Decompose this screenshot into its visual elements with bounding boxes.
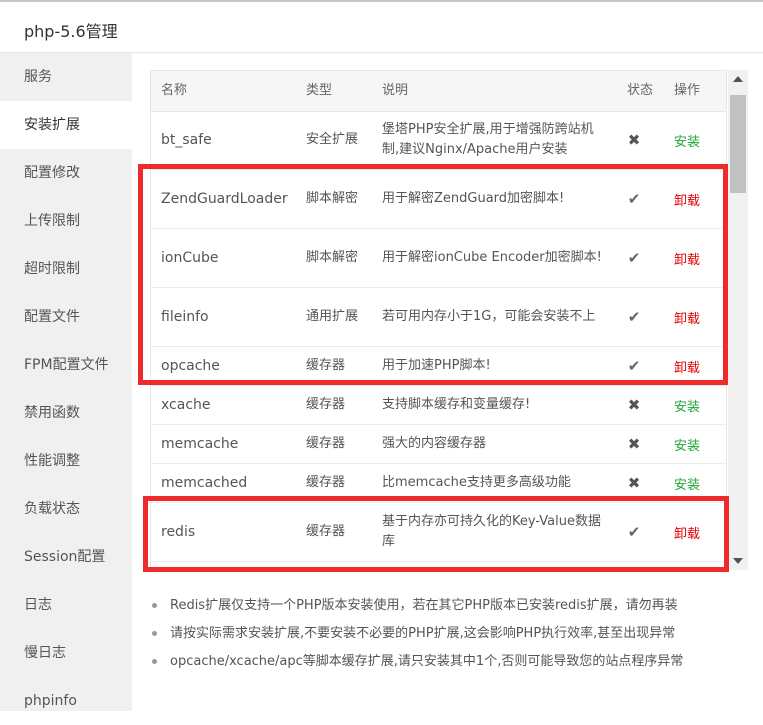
sidebar-item-phpinfo[interactable]: phpinfo	[0, 677, 132, 725]
column-header-description: 说明	[382, 83, 409, 98]
sidebar-item-install-extensions[interactable]: 安装扩展	[0, 101, 132, 149]
extension-type: 缓存器	[306, 436, 346, 451]
sidebar-item-load-status[interactable]: 负载状态	[0, 485, 132, 533]
x-icon: ✖	[627, 131, 641, 149]
window-title: php-5.6管理	[24, 22, 118, 41]
title-bar: php-5.6管理	[0, 2, 763, 53]
install-button[interactable]: 安装	[674, 425, 700, 463]
sidebar: 服务 安装扩展 配置修改 上传限制 超时限制 配置文件 FPM配置文件 禁用函数…	[0, 53, 132, 711]
table-row: xcache 缓存器 支持脚本缓存和变量缓存! ✖ 安装	[151, 386, 726, 425]
sidebar-item-session-config[interactable]: Session配置	[0, 533, 132, 581]
sidebar-item-fpm-config[interactable]: FPM配置文件	[0, 341, 132, 389]
column-header-action: 操作	[674, 83, 701, 98]
note-item: opcache/xcache/apc等脚本缓存扩展,请只安装其中1个,否则可能导…	[150, 648, 750, 676]
sidebar-item-slow-log[interactable]: 慢日志	[0, 629, 132, 677]
extension-name: memcache	[161, 436, 239, 452]
sidebar-item-timeout-limit[interactable]: 超时限制	[0, 245, 132, 293]
x-icon: ✖	[627, 435, 641, 453]
extension-description: 强大的内容缓存器	[382, 436, 487, 451]
x-icon: ✖	[627, 396, 641, 414]
extension-name: bt_safe	[161, 132, 212, 148]
sidebar-item-upload-limit[interactable]: 上传限制	[0, 197, 132, 245]
table-scrollbar[interactable]	[728, 70, 748, 570]
sidebar-item-config-edit[interactable]: 配置修改	[0, 149, 132, 197]
scroll-up-arrow-icon[interactable]	[733, 76, 743, 82]
extension-type: 安全扩展	[306, 132, 359, 147]
highlight-box	[143, 496, 729, 572]
column-header-type: 类型	[306, 83, 333, 98]
scroll-thumb[interactable]	[730, 95, 746, 193]
sidebar-item-log[interactable]: 日志	[0, 581, 132, 629]
install-button[interactable]: 安装	[674, 111, 700, 169]
note-item: 请按实际需求安装扩展,不要安装不必要的PHP扩展,这会影响PHP执行效率,甚至出…	[150, 620, 750, 648]
extension-description: 堡塔PHP安全扩展,用于增强防跨站机制,建议Nginx/Apache用户安装	[382, 122, 594, 157]
column-header-status: 状态	[627, 83, 654, 98]
extension-description: 支持脚本缓存和变量缓存!	[382, 397, 531, 412]
table-header: 名称 类型 说明 状态 操作	[151, 71, 726, 112]
sidebar-item-config-file[interactable]: 配置文件	[0, 293, 132, 341]
column-header-name: 名称	[161, 83, 188, 98]
highlight-box	[138, 164, 728, 385]
extension-type: 缓存器	[306, 397, 346, 412]
table-row: bt_safe 安全扩展 堡塔PHP安全扩展,用于增强防跨站机制,建议Nginx…	[151, 111, 726, 170]
scroll-down-arrow-icon[interactable]	[733, 558, 743, 564]
sidebar-item-performance[interactable]: 性能调整	[0, 437, 132, 485]
table-row: memcache 缓存器 强大的内容缓存器 ✖ 安装	[151, 425, 726, 464]
extension-name: xcache	[161, 397, 211, 413]
install-button[interactable]: 安装	[674, 386, 700, 424]
note-item: Redis扩展仅支持一个PHP版本安装使用，若在其它PHP版本已安装redis扩…	[150, 592, 750, 620]
sidebar-item-service[interactable]: 服务	[0, 53, 132, 101]
sidebar-item-disabled-functions[interactable]: 禁用函数	[0, 389, 132, 437]
notes-list: Redis扩展仅支持一个PHP版本安装使用，若在其它PHP版本已安装redis扩…	[150, 592, 750, 676]
